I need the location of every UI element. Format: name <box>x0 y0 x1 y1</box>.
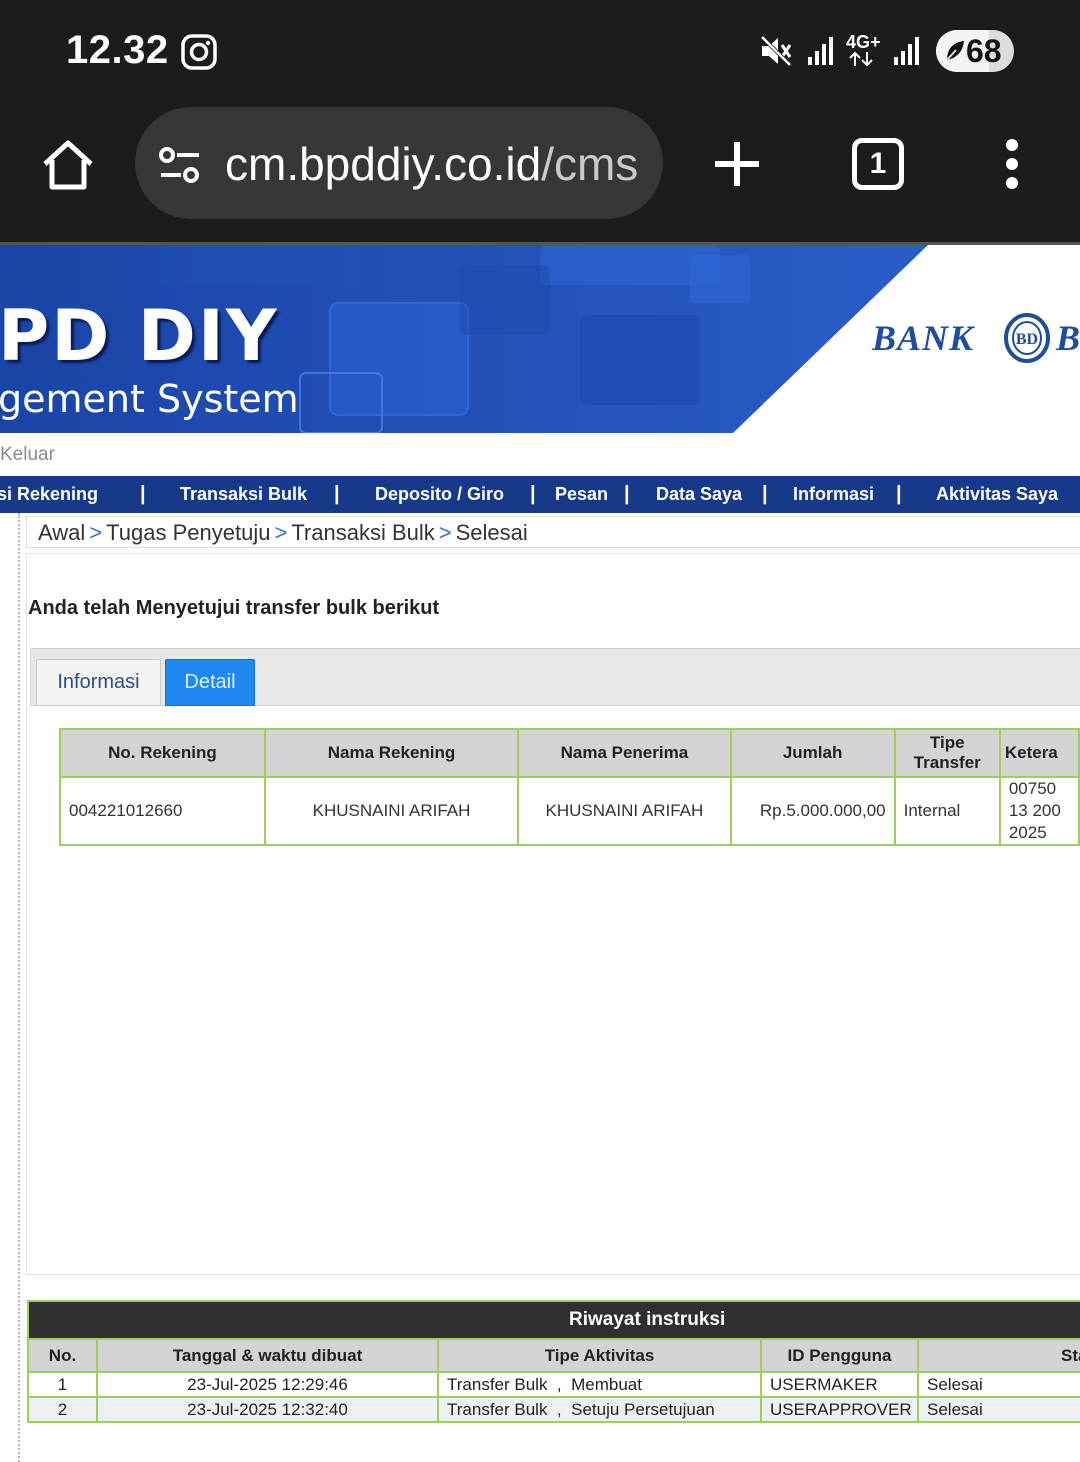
nav-separator: | <box>624 483 630 505</box>
column-header: Nama Penerima <box>517 728 732 778</box>
status-cell: Selesai <box>917 1371 1080 1398</box>
description-cell: 00750 13 200 2025 <box>998 776 1080 846</box>
history-table: No. Tanggal & waktu dibuat Tipe Aktivita… <box>27 1338 1080 1423</box>
activity-action: Membuat <box>571 1375 642 1394</box>
account-number-cell: 004221012660 <box>59 776 266 846</box>
column-header: ID Pengguna <box>760 1338 919 1373</box>
column-header: Tipe Transfer <box>893 728 1001 778</box>
banner-subtitle: gement System <box>0 377 299 421</box>
address-bar[interactable]: cm.bpddiy.co.id/cms <box>135 107 663 219</box>
network-type: 4G+ <box>846 33 881 70</box>
history-title: Riwayat instruksi <box>27 1300 1080 1338</box>
column-header: No. <box>27 1338 98 1373</box>
nav-item-transaksi-bulk[interactable]: Transaksi Bulk <box>180 476 307 513</box>
user-id-cell: USERMAKER <box>760 1371 919 1398</box>
nav-item-aktivitas-saya[interactable]: Aktivitas Saya <box>936 476 1058 513</box>
activity-type: Transfer Bulk <box>447 1375 548 1394</box>
activity-action: Setuju Persetujuan <box>571 1400 715 1419</box>
table-row: 1 23-Jul-2025 12:29:46 Transfer Bulk , M… <box>27 1371 1080 1398</box>
column-header: Tipe Aktivitas <box>437 1338 762 1373</box>
breadcrumb-separator: > <box>89 520 103 545</box>
breadcrumb: Awal > Tugas Penyetuju > Transaksi Bulk > Sele… <box>26 516 1080 548</box>
user-id-cell: USERAPPROVER <box>760 1396 919 1423</box>
column-header: No. Rekening <box>59 728 266 778</box>
tab-detail[interactable]: Detail <box>165 659 255 706</box>
activity-type: Transfer Bulk <box>447 1400 548 1419</box>
datetime-cell: 23-Jul-2025 12:29:46 <box>96 1371 439 1398</box>
bank-logo-text: BANK <box>872 318 975 358</box>
confirmation-message: Anda telah Menyetujui transfer bulk beri… <box>28 597 440 619</box>
row-number-cell: 1 <box>27 1371 98 1398</box>
amount-cell: Rp.5.000.000,00 <box>729 776 896 846</box>
activity-type-cell: Transfer Bulk , Setuju Persetujuan <box>437 1396 762 1423</box>
column-header: Nama Rekening <box>263 728 520 778</box>
description-line: 00750 <box>1008 779 1057 798</box>
new-tab-icon[interactable] <box>712 139 762 194</box>
logout-link[interactable]: Keluar <box>0 444 55 466</box>
url-domain: cm.bpddiy.co.id <box>225 138 542 190</box>
column-header: Jumlah <box>729 728 896 778</box>
status-time: 12.32 <box>66 28 169 72</box>
description-line: 13 200 <box>1008 801 1061 820</box>
table-header-row: No. Tanggal & waktu dibuat Tipe Aktivita… <box>27 1338 1080 1373</box>
nav-item-pesan[interactable]: Pesan <box>555 476 608 513</box>
table-row: 2 23-Jul-2025 12:32:40 Transfer Bulk , S… <box>27 1396 1080 1423</box>
signal-icon <box>892 35 922 72</box>
tab-switcher-button[interactable]: 1 <box>852 138 904 190</box>
transfer-detail-table: No. Rekening Nama Rekening Nama Penerima… <box>59 728 1080 846</box>
signal-icon <box>806 35 836 72</box>
bank-banner: PD DIY gement System BANK BD B <box>0 245 1080 433</box>
nav-item-rekening[interactable]: si Rekening <box>0 476 98 513</box>
column-header: Tanggal & waktu dibuat <box>96 1338 439 1373</box>
table-row: 004221012660 KHUSNAINI ARIFAH KHUSNAINI … <box>59 776 1080 846</box>
svg-text:BD: BD <box>1016 331 1038 348</box>
breadcrumb-separator: > <box>438 520 452 545</box>
column-header: Sta <box>917 1338 1080 1373</box>
activity-comma: , <box>556 1375 562 1394</box>
table-header-row: No. Rekening Nama Rekening Nama Penerima… <box>59 728 1080 778</box>
instagram-icon <box>180 33 218 76</box>
breadcrumb-item-awal[interactable]: Awal <box>38 520 85 545</box>
nav-separator: | <box>896 483 902 505</box>
row-number-cell: 2 <box>27 1396 98 1423</box>
battery-indicator: 68 <box>936 30 1014 72</box>
nav-separator: | <box>334 483 340 505</box>
breadcrumb-item-transaksi-bulk[interactable]: Transaksi Bulk <box>291 520 434 545</box>
breadcrumb-item-selesai: Selesai <box>455 520 528 545</box>
account-name-cell: KHUSNAINI ARIFAH <box>263 776 520 846</box>
browser-toolbar: cm.bpddiy.co.id/cms 1 <box>0 105 1080 242</box>
site-settings-icon[interactable] <box>157 145 203 190</box>
tab-informasi[interactable]: Informasi <box>36 659 161 706</box>
breadcrumb-item-tugas-penyetuju[interactable]: Tugas Penyetuju <box>106 520 270 545</box>
nav-separator: | <box>762 483 768 505</box>
nav-separator: | <box>140 483 146 505</box>
banner-title: PD DIY <box>0 295 279 377</box>
activity-comma: , <box>556 1400 562 1419</box>
main-nav: si Rekening | Transaksi Bulk | Deposito … <box>0 476 1080 513</box>
breadcrumb-separator: > <box>274 520 288 545</box>
mute-icon <box>758 33 794 74</box>
url-text: cm.bpddiy.co.id/cms <box>225 137 638 191</box>
url-path: /cms <box>541 138 639 190</box>
recipient-name-cell: KHUSNAINI ARIFAH <box>517 776 732 846</box>
instruction-history: Riwayat instruksi No. Tanggal & waktu di… <box>27 1300 1080 1423</box>
description-line: 2025 <box>1008 823 1047 842</box>
nav-item-informasi[interactable]: Informasi <box>793 476 874 513</box>
datetime-cell: 23-Jul-2025 12:32:40 <box>96 1396 439 1423</box>
bank-logo-text-cut: B <box>1056 318 1080 358</box>
column-header: Ketera <box>998 728 1080 778</box>
nav-item-deposito-giro[interactable]: Deposito / Giro <box>375 476 504 513</box>
nav-separator: | <box>530 483 536 505</box>
battery-percent: 68 <box>966 33 1002 69</box>
nav-item-data-saya[interactable]: Data Saya <box>656 476 742 513</box>
status-cell: Selesai <box>917 1396 1080 1423</box>
more-menu-icon[interactable] <box>1004 139 1020 194</box>
left-border <box>18 513 20 1462</box>
status-bar: 12.32 4G+ 68 <box>0 0 1080 105</box>
home-icon[interactable] <box>40 138 96 197</box>
activity-type-cell: Transfer Bulk , Membuat <box>437 1371 762 1398</box>
battery-saver-icon <box>944 38 966 69</box>
transfer-type-cell: Internal <box>893 776 1001 846</box>
